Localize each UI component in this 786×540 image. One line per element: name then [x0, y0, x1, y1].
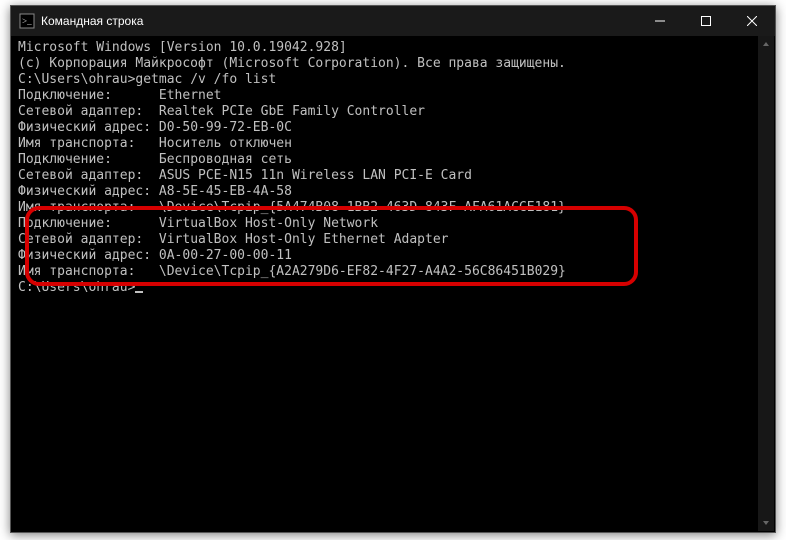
adapter3-phys: Физический адрес: 0A-00-27-00-00-11 [18, 248, 768, 264]
value: Носитель отключен [159, 136, 292, 151]
label: Подключение: [18, 216, 159, 231]
prompt-command: getmac /v /fo list [135, 72, 276, 87]
window-controls [637, 6, 775, 36]
label: Подключение: [18, 88, 159, 103]
label: Сетевой адаптер: [18, 232, 159, 247]
label: Имя транспорта: [18, 136, 159, 151]
value: Беспроводная сеть [159, 152, 292, 167]
cmd-icon: >_ [19, 13, 35, 29]
adapter2-phys: Физический адрес: A8-5E-45-EB-4A-58 [18, 184, 768, 200]
value: 0A-00-27-00-00-11 [159, 248, 292, 263]
adapter1-phys: Физический адрес: D0-50-99-72-EB-0C [18, 120, 768, 136]
scroll-down-icon[interactable] [758, 515, 774, 531]
adapter1-trans: Имя транспорта: Носитель отключен [18, 136, 768, 152]
prompt-path: C:\Users\ohrau> [18, 280, 135, 295]
value: VirtualBox Host-Only Ethernet Adapter [159, 232, 449, 247]
label: Физический адрес: [18, 120, 159, 135]
adapter2-trans: Имя транспорта: \Device\Tcpip_{5A474B08-… [18, 200, 768, 216]
adapter1-net: Сетевой адаптер: Realtek PCIe GbE Family… [18, 104, 768, 120]
adapter3-conn: Подключение: VirtualBox Host-Only Networ… [18, 216, 768, 232]
adapter2-net: Сетевой адаптер: ASUS PCE-N15 11n Wirele… [18, 168, 768, 184]
prompt-line-2: C:\Users\ohrau> [18, 280, 768, 296]
adapter2-conn: Подключение: Беспроводная сеть [18, 152, 768, 168]
vertical-scrollbar[interactable] [758, 36, 774, 531]
value: Realtek PCIe GbE Family Controller [159, 104, 425, 119]
label: Имя транспорта: [18, 264, 159, 279]
label: Сетевой адаптер: [18, 104, 159, 119]
copyright-line: (c) Корпорация Майкрософт (Microsoft Cor… [18, 56, 768, 72]
close-button[interactable] [729, 6, 775, 36]
value: \Device\Tcpip_{A2A279D6-EF82-4F27-A4A2-5… [159, 264, 566, 279]
scroll-up-icon[interactable] [758, 36, 774, 52]
maximize-button[interactable] [683, 6, 729, 36]
label: Сетевой адаптер: [18, 168, 159, 183]
label: Физический адрес: [18, 184, 159, 199]
label: Физический адрес: [18, 248, 159, 263]
cursor-icon [135, 291, 143, 293]
adapter3-net: Сетевой адаптер: VirtualBox Host-Only Et… [18, 232, 768, 248]
scrollbar-track[interactable] [758, 52, 774, 515]
command-prompt-window: >_ Командная строка Microsoft Windows [V… [10, 5, 776, 533]
value: ASUS PCE-N15 11n Wireless LAN PCI-E Card [159, 168, 472, 183]
value: A8-5E-45-EB-4A-58 [159, 184, 292, 199]
version-line: Microsoft Windows [Version 10.0.19042.92… [18, 40, 768, 56]
prompt-line-1: C:\Users\ohrau>getmac /v /fo list [18, 72, 768, 88]
titlebar-left: >_ Командная строка [11, 13, 143, 29]
titlebar[interactable]: >_ Командная строка [11, 6, 775, 36]
value: D0-50-99-72-EB-0C [159, 120, 292, 135]
minimize-button[interactable] [637, 6, 683, 36]
svg-text:>_: >_ [22, 16, 32, 26]
value: VirtualBox Host-Only Network [159, 216, 378, 231]
adapter3-trans: Имя транспорта: \Device\Tcpip_{A2A279D6-… [18, 264, 768, 280]
adapter1-conn: Подключение: Ethernet [18, 88, 768, 104]
label: Имя транспорта: [18, 200, 159, 215]
prompt-path: C:\Users\ohrau> [18, 72, 135, 87]
window-title: Командная строка [41, 14, 143, 28]
value: \Device\Tcpip_{5A474B08-1BB2-463D-843F-A… [159, 200, 566, 215]
terminal-output[interactable]: Microsoft Windows [Version 10.0.19042.92… [12, 36, 774, 531]
value: Ethernet [159, 88, 222, 103]
label: Подключение: [18, 152, 159, 167]
